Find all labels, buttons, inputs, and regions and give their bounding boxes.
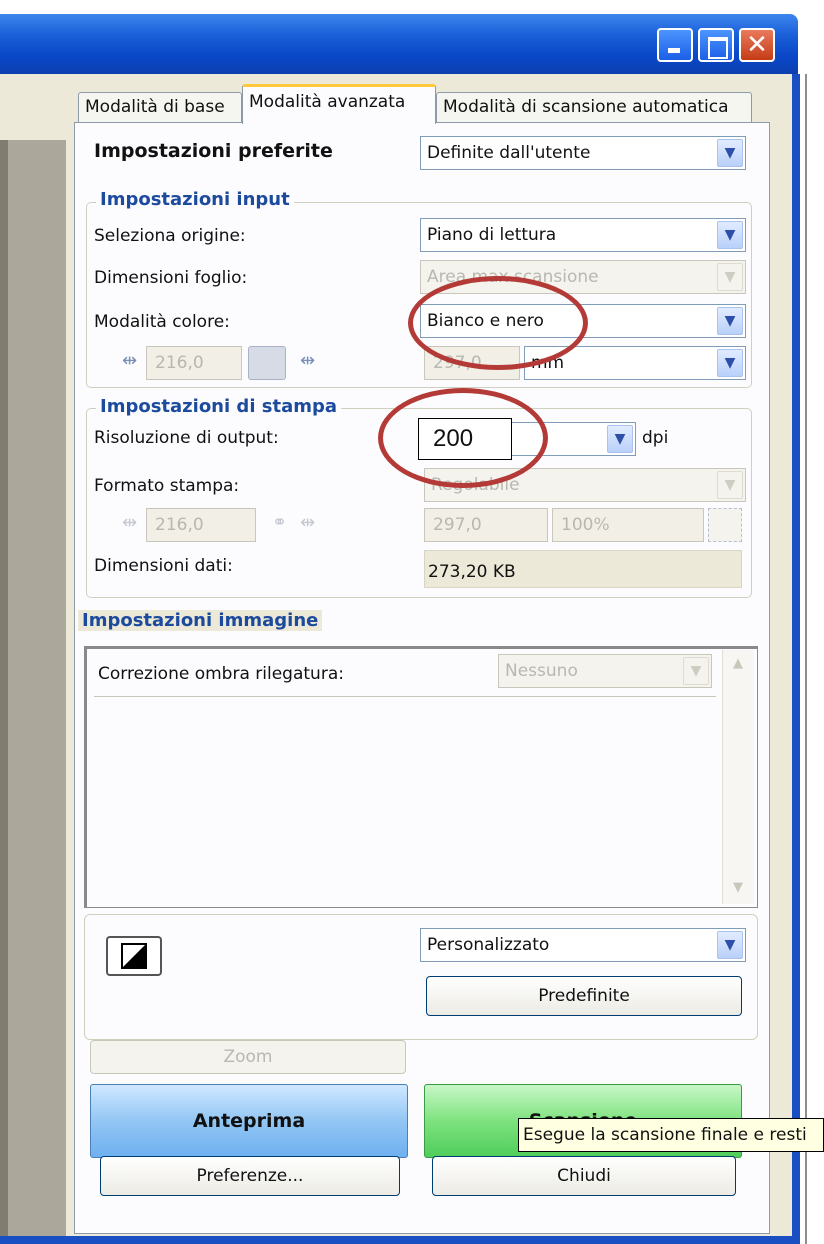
close-icon[interactable]: ✕ [739,28,775,62]
width-icon: ⇹ [122,512,138,533]
preferred-settings-label: Impostazioni preferite [94,140,333,162]
desktop-background [0,0,824,14]
preferred-settings-value: Definite dall'utente [427,143,591,163]
link-chain-icon[interactable]: ⚭ [272,512,287,533]
dpi-label: dpi [642,428,669,448]
image-settings-title: Impostazioni immagine [78,610,323,631]
preview-area-shadow [0,140,8,1236]
scale-field[interactable]: 100% [552,508,704,542]
preview-area-edge [0,140,66,1236]
print-width-field[interactable]: 216,0 [146,508,256,542]
chevron-down-icon[interactable]: ▼ [683,657,709,685]
chevron-down-icon[interactable]: ▼ [717,307,743,335]
print-height-field[interactable]: 297,0 [424,508,548,542]
binding-shadow-select[interactable]: Nessuno ▼ [498,654,712,688]
tone-preset-select[interactable]: Personalizzato ▼ [420,928,746,962]
close-button[interactable]: Chiudi [432,1156,736,1196]
desktop-background-right [798,14,824,1244]
scan-tooltip: Esegue la scansione finale e resti [518,1118,824,1152]
contrast-icon [121,943,147,969]
source-value: Piano di lettura [427,225,557,245]
print-settings-title: Impostazioni di stampa [96,396,342,417]
binding-shadow-value: Nessuno [505,661,578,681]
chevron-down-icon[interactable]: ▼ [607,425,633,453]
color-mode-highlight [408,276,588,370]
data-size-label: Dimensioni dati: [94,556,233,576]
tab-advanced-mode[interactable]: Modalità avanzata [242,84,436,124]
maximize-icon[interactable] [698,28,734,62]
scroll-down-icon[interactable]: ▼ [724,876,752,900]
minimize-icon[interactable] [657,28,693,62]
defaults-button[interactable]: Predefinite [426,976,742,1016]
chevron-down-icon[interactable]: ▼ [717,471,743,499]
zoom-button[interactable]: Zoom [90,1040,406,1074]
chevron-down-icon[interactable]: ▼ [717,139,743,167]
output-resolution-value[interactable]: 200 [418,418,512,460]
chevron-down-icon[interactable]: ▼ [717,263,743,291]
chevron-down-icon[interactable]: ▼ [717,931,743,959]
width-icon: ⇹ [122,350,138,371]
height-icon: ⇹ [300,512,316,533]
tone-preset-value: Personalizzato [427,935,550,955]
window-bottom-border [0,1236,800,1244]
preferences-button[interactable]: Preferenze... [100,1156,400,1196]
image-settings-scrollbar[interactable] [722,650,754,904]
print-format-label: Formato stampa: [94,476,240,496]
preview-button[interactable]: Anteprima [90,1084,408,1158]
window-right-border [792,74,800,1244]
source-select[interactable]: Piano di lettura ▼ [420,218,746,252]
height-icon: ⇹ [300,350,316,371]
source-label: Seleziona origine: [94,226,246,246]
fit-to-page-icon[interactable] [708,508,742,542]
row-divider [94,696,716,697]
binding-shadow-label: Correzione ombra rilegatura: [98,664,344,684]
sheet-size-label: Dimensioni foglio: [94,268,248,288]
data-size-value: 273,20 KB [428,562,516,582]
scroll-up-icon[interactable]: ▲ [724,652,752,676]
chevron-down-icon[interactable]: ▼ [717,221,743,249]
window-edge-line [805,74,807,1244]
close-glyph: ✕ [746,30,768,60]
input-settings-title: Impostazioni input [96,189,294,210]
preferred-settings-select[interactable]: Definite dall'utente ▼ [420,136,746,170]
chevron-down-icon[interactable]: ▼ [717,349,743,377]
tab-auto-scan-mode[interactable]: Modalità di scansione automatica [436,92,752,122]
tone-curve-button[interactable] [106,936,162,976]
tab-basic-mode[interactable]: Modalità di base [78,92,242,122]
output-resolution-label: Risoluzione di output: [94,428,279,448]
color-mode-label: Modalità colore: [94,312,230,332]
rotate-orientation-icon[interactable] [248,346,286,380]
input-width-field[interactable]: 216,0 [146,346,242,380]
